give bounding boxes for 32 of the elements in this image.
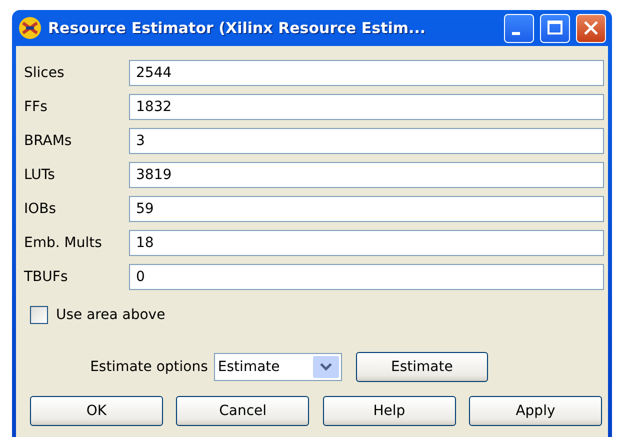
close-icon — [583, 20, 599, 36]
field-label: BRAMs — [24, 133, 73, 149]
field-label: Emb. Mults — [24, 235, 103, 251]
field-label: FFs — [24, 99, 48, 115]
field-label: IOBs — [24, 201, 58, 217]
field-label: LUTs — [24, 167, 56, 183]
field-label: Slices — [24, 65, 66, 81]
estimate-button[interactable]: Estimate — [356, 352, 488, 382]
input-field[interactable]: 1832 — [129, 94, 604, 120]
input-field[interactable]: 18 — [129, 230, 604, 256]
dialog-button[interactable]: Apply — [468, 396, 602, 426]
checkbox-label: Use area above — [56, 307, 166, 323]
dialog-button[interactable]: OK — [30, 396, 163, 426]
dialog-button[interactable]: Cancel — [176, 396, 310, 426]
input-field[interactable]: 0 — [129, 264, 604, 290]
dialog-button[interactable]: Help — [322, 396, 456, 426]
maximize-button[interactable] — [540, 14, 570, 42]
input-field[interactable]: 59 — [129, 196, 604, 222]
window-title: Resource Estimator (Xilinx Resource Estim... — [48, 19, 427, 37]
chevron-down-icon — [320, 363, 332, 371]
field-label: TBUFs — [24, 269, 69, 285]
option-label: Estimate options — [90, 359, 208, 375]
options-dropdown[interactable]: Estimate — [214, 353, 342, 381]
input-field[interactable]: 3819 — [129, 162, 604, 188]
input-field[interactable]: 2544 — [129, 60, 604, 86]
checkbox[interactable] — [30, 306, 48, 324]
app-icon — [18, 16, 42, 40]
maximize-icon — [547, 20, 563, 36]
minimize-button[interactable] — [504, 14, 534, 42]
minimize-icon — [512, 32, 520, 34]
close-button[interactable] — [576, 14, 606, 42]
input-field[interactable]: 3 — [129, 128, 604, 154]
